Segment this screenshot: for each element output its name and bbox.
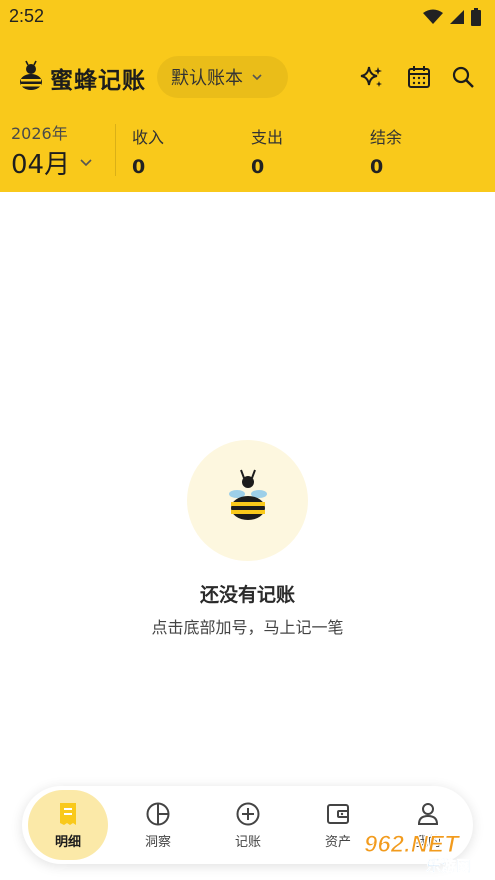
tab-details[interactable]: 明细 [28, 790, 108, 860]
svg-text:962.NET: 962.NET [364, 831, 461, 858]
calendar-icon[interactable] [406, 64, 432, 90]
status-time: 2:52 [9, 6, 45, 26]
chevron-down-icon [252, 74, 262, 81]
app-bar: 蜜蜂记账 默认账本 [0, 52, 495, 102]
tab-insights-label: 洞察 [144, 834, 171, 850]
search-icon[interactable] [450, 64, 476, 90]
stat-expense: 支出 0 [251, 124, 283, 178]
receipt-icon [60, 802, 76, 825]
chevron-down-icon [80, 159, 92, 167]
month-summary: 2026年 04月 收入 0 支出 0 结余 0 [0, 118, 495, 184]
stat-balance: 结余 0 [370, 124, 402, 178]
tab-assets-label: 资产 [324, 834, 351, 850]
pie-chart-icon [146, 802, 170, 825]
signal-icon [450, 10, 464, 24]
stat-income-label: 收入 [132, 128, 165, 147]
bee-icon [229, 469, 267, 520]
sparkle-icon[interactable] [358, 64, 384, 90]
stat-expense-value: 0 [251, 156, 265, 178]
empty-state-subtitle: 点击底部加号，马上记一笔 [151, 618, 344, 637]
watermark-logo: 962.NET 乐游网 [364, 831, 471, 875]
stat-income: 收入 0 [132, 124, 164, 178]
watermark: 962.NET 乐游网 [364, 828, 489, 875]
tab-details-label: 明细 [54, 834, 81, 850]
header: 2:52 蜜蜂记账 默认账本 2026年 04月 收入 0 支出 0 结余 0 [0, 0, 495, 192]
book-selector-label: 默认账本 [171, 68, 243, 89]
status-bar: 2:52 [0, 0, 495, 34]
battery-icon [471, 8, 481, 26]
year-label: 2026年 [11, 124, 68, 143]
app-screen: 2:52 蜜蜂记账 默认账本 2026年 04月 收入 0 支出 0 结余 0 … [0, 0, 495, 880]
tab-add-record[interactable]: 记账 [208, 790, 288, 860]
empty-state-title: 还没有记账 [199, 584, 295, 606]
book-selector[interactable]: 默认账本 [157, 56, 288, 98]
status-icons [423, 8, 481, 26]
wallet-icon [327, 803, 349, 824]
summary-divider [115, 124, 116, 176]
person-icon [417, 802, 439, 825]
svg-text:乐游网: 乐游网 [426, 857, 471, 874]
wifi-icon [423, 9, 443, 24]
month-label: 04月 [11, 150, 71, 180]
stat-balance-label: 结余 [370, 128, 403, 147]
tab-add-record-label: 记账 [234, 834, 261, 850]
stat-income-value: 0 [132, 156, 146, 178]
bee-logo-icon [20, 60, 42, 90]
stat-balance-value: 0 [370, 156, 384, 178]
app-title: 蜜蜂记账 [50, 68, 146, 94]
plus-circle-icon [236, 802, 260, 825]
tab-insights[interactable]: 洞察 [118, 790, 198, 860]
stat-expense-label: 支出 [251, 128, 284, 147]
